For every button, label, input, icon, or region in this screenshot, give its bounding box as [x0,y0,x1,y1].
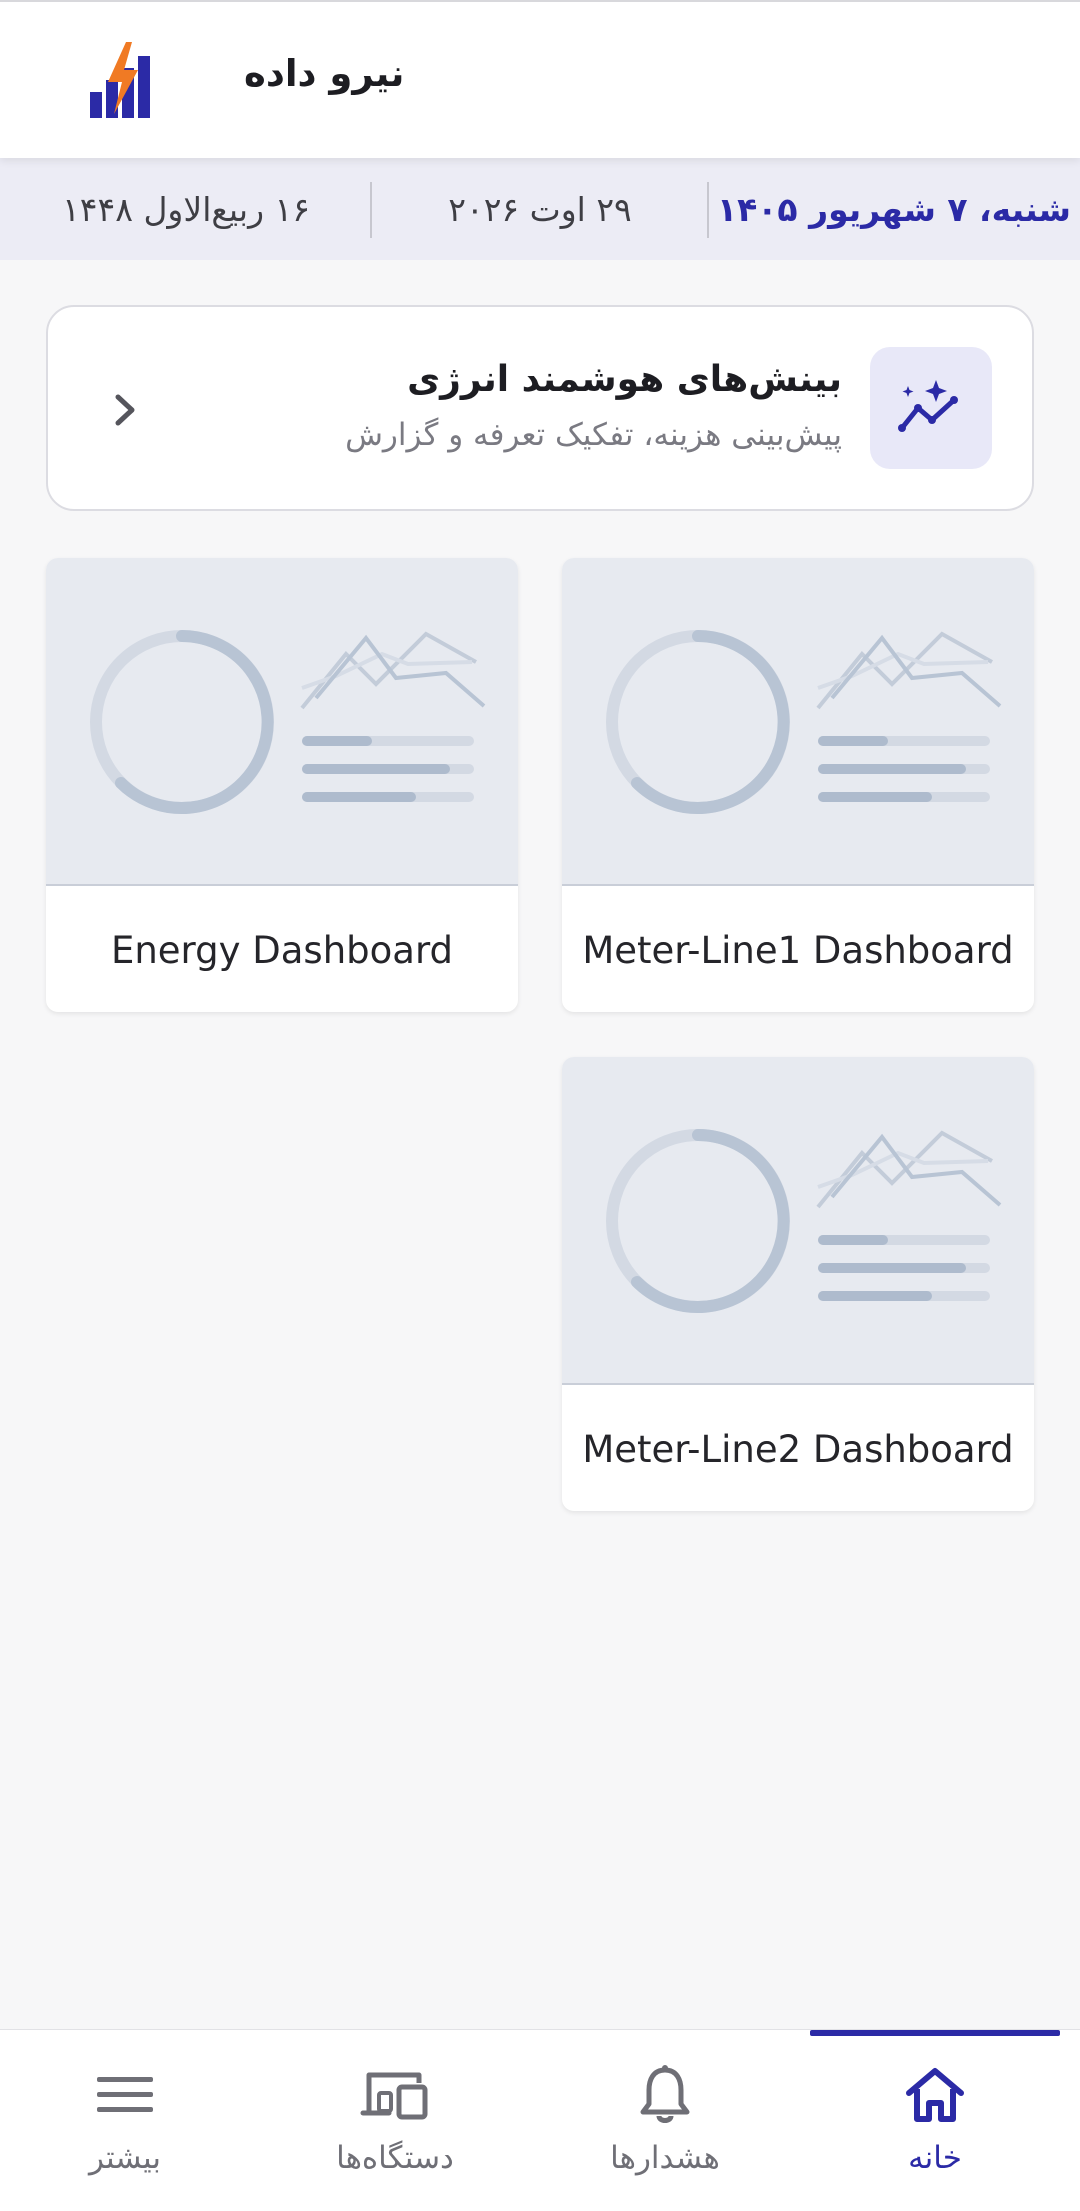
dashboard-thumbnail [46,558,518,886]
bottom-navigation: خانه هشدارها دستگاه‌ها [0,2029,1080,2211]
insights-title: بینش‌های هوشمند انرژی [407,359,842,400]
energy-insights-card[interactable]: بینش‌های هوشمند انرژی پیش‌بینی هزینه، تف… [46,305,1034,511]
dashboard-card-energy[interactable]: Energy Dashboard [46,558,518,1012]
nav-label-alerts: هشدارها [610,2140,720,2176]
nav-item-more[interactable]: بیشتر [0,2030,260,2211]
nav-label-devices: دستگاه‌ها [336,2140,454,2176]
dashboard-card-meter-line2[interactable]: Meter-Line2 Dashboard [562,1057,1034,1511]
nav-item-devices[interactable]: دستگاه‌ها [260,2030,530,2211]
date-bar: شنبه، ۷ شهریور ۱۴۰۵ ۲۹ اوت ۲۰۲۶ ۱۶ ربیع‌… [0,158,1080,260]
dashboard-thumbnail [562,558,1034,886]
gregorian-date: ۲۹ اوت ۲۰۲۶ [448,189,632,229]
chevron-right-icon[interactable] [106,385,146,435]
bell-icon [640,2065,690,2123]
devices-icon [360,2072,428,2120]
insights-icon-box [870,347,992,469]
bolt-bar-chart-logo [90,42,150,118]
nav-item-alerts[interactable]: هشدارها [530,2030,800,2211]
dashboard-label: Energy Dashboard [110,928,454,972]
nav-label-home: خانه [908,2140,962,2176]
dashboard-label: Meter-Line2 Dashboard [582,1427,1014,1471]
dashboard-card-meter-line1[interactable]: Meter-Line1 Dashboard [562,558,1034,1012]
dashboard-label: Meter-Line1 Dashboard [582,928,1014,972]
dashboard-thumbnail [562,1057,1034,1385]
nav-label-more: بیشتر [88,2140,162,2176]
sparkle-chart-icon [898,380,958,432]
app-title: نیرو داده [244,52,405,95]
insights-subtitle: پیش‌بینی هزینه، تفکیک تعرفه و گزارش [345,417,842,453]
nav-item-home[interactable]: خانه [800,2030,1070,2211]
app-header: نیرو داده [0,0,1080,158]
home-icon [906,2068,964,2122]
hijri-date: ۱۶ ربیع‌الاول ۱۴۴۸ [62,189,310,229]
persian-date: شنبه، ۷ شهریور ۱۴۰۵ [717,189,1071,229]
menu-icon [97,2077,153,2112]
